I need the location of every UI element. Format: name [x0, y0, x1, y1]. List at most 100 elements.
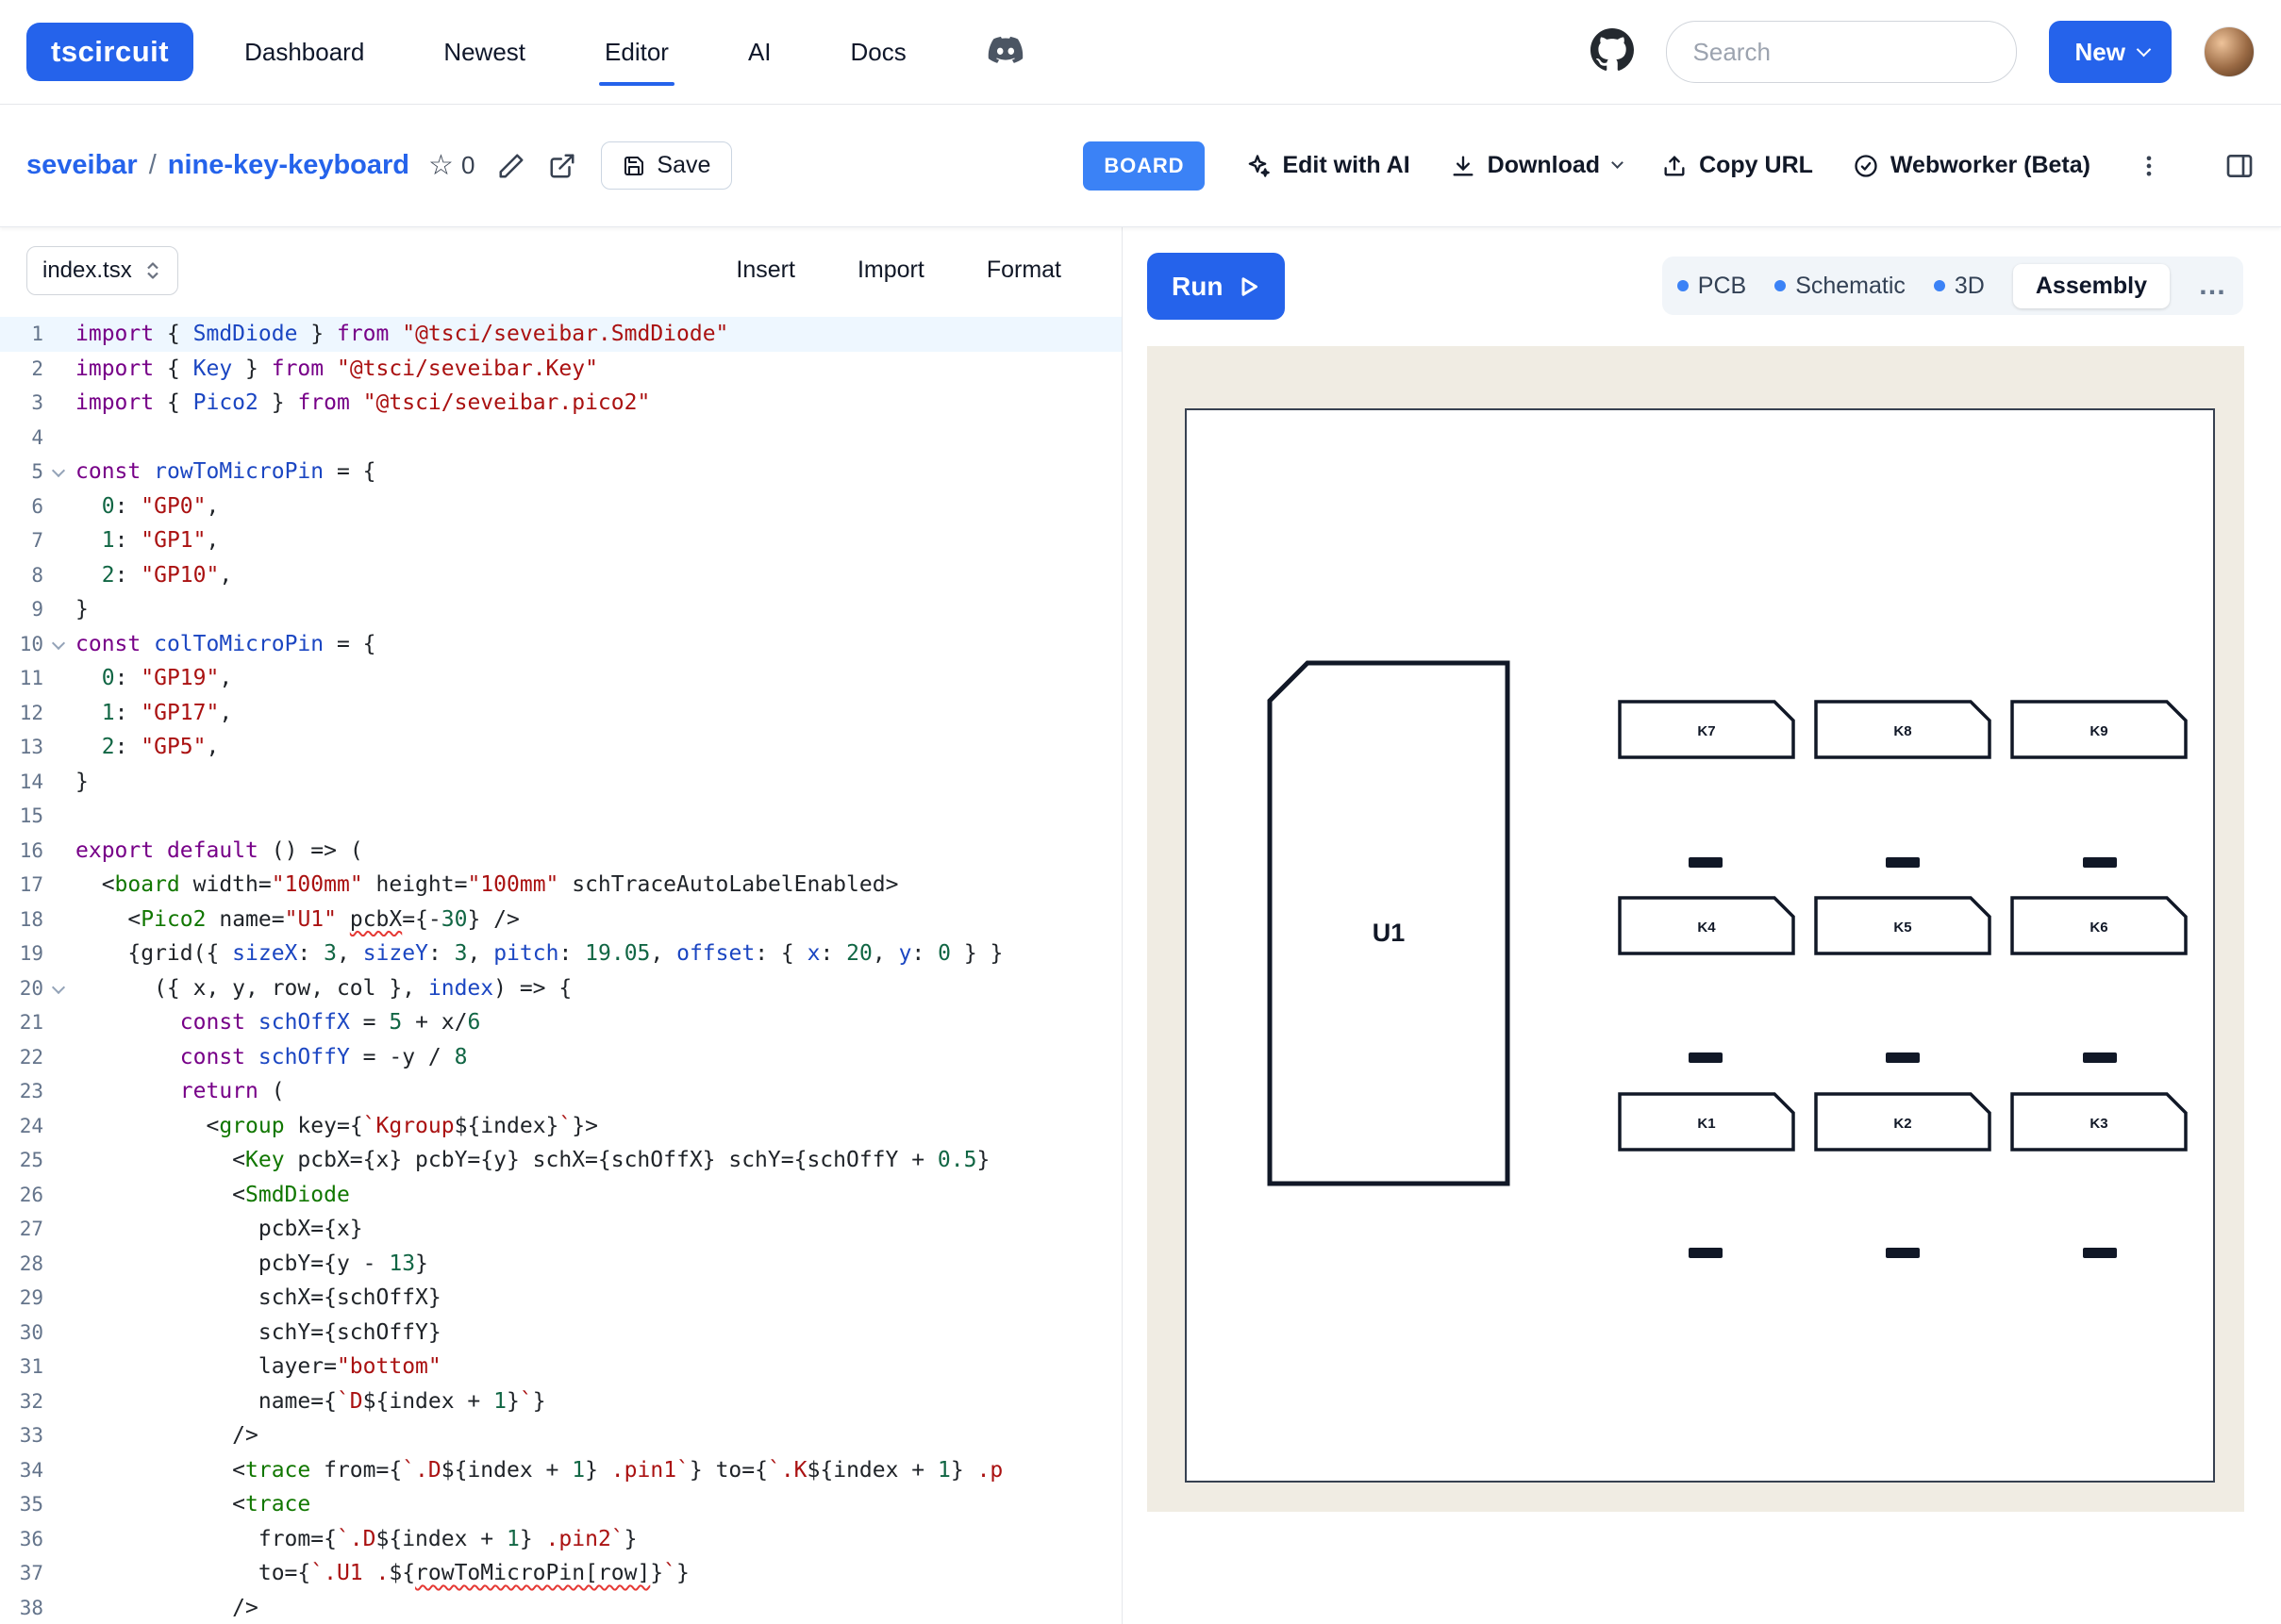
component-diode[interactable] — [2083, 857, 2117, 868]
run-button[interactable]: Run — [1147, 253, 1285, 320]
code-line[interactable]: 34 <trace from={`.D${index + 1} .pin1`} … — [0, 1453, 1122, 1488]
nav-newest[interactable]: Newest — [443, 38, 525, 67]
code-line[interactable]: 27 pcbX={x} — [0, 1212, 1122, 1247]
assembly-canvas[interactable]: U1 K7 K8 K9 K4 — [1147, 346, 2244, 1512]
code-line[interactable]: 22 const schOffY = -y / 8 — [0, 1040, 1122, 1075]
code-line[interactable]: 37 to={`.U1 .${rowToMicroPin[row]}`} — [0, 1556, 1122, 1591]
menu-import[interactable]: Import — [857, 257, 924, 284]
nav-editor[interactable]: Editor — [605, 38, 669, 67]
code-line[interactable]: 3import { Pico2 } from "@tsci/seveibar.p… — [0, 386, 1122, 421]
save-button[interactable]: Save — [601, 141, 732, 190]
breadcrumb-project[interactable]: nine-key-keyboard — [168, 150, 409, 181]
code-line[interactable]: 25 <Key pcbX={x} pcbY={y} schX={schOffX}… — [0, 1143, 1122, 1178]
component-diode[interactable] — [1689, 1052, 1723, 1063]
tab-schematic[interactable]: Schematic — [1774, 273, 1906, 300]
panel-toggle-button[interactable] — [2224, 151, 2255, 181]
code-line[interactable]: 1import { SmdDiode } from "@tsci/seveiba… — [0, 317, 1122, 352]
code-line[interactable]: 28 pcbY={y - 13} — [0, 1247, 1122, 1282]
pencil-icon — [497, 152, 525, 180]
code-line[interactable]: 5const rowToMicroPin = { — [0, 455, 1122, 489]
fold-chevron-icon[interactable] — [43, 971, 75, 1006]
code-editor[interactable]: 1import { SmdDiode } from "@tsci/seveiba… — [0, 313, 1122, 1624]
code-line[interactable]: 36 from={`.D${index + 1} .pin2`} — [0, 1522, 1122, 1557]
component-diode[interactable] — [2083, 1248, 2117, 1258]
menu-insert[interactable]: Insert — [736, 257, 795, 284]
component-key-k9[interactable]: K9 — [2012, 702, 2186, 757]
component-key-k8[interactable]: K8 — [1816, 702, 1990, 757]
code-line[interactable]: 21 const schOffX = 5 + x/6 — [0, 1005, 1122, 1040]
code-line[interactable]: 13 2: "GP5", — [0, 730, 1122, 765]
component-key-k1[interactable]: K1 — [1620, 1094, 1793, 1150]
component-diode[interactable] — [1886, 857, 1920, 868]
tscircuit-logo[interactable]: tscircuit — [26, 23, 193, 81]
code-line[interactable]: 4 — [0, 421, 1122, 456]
code-line[interactable]: 38 /> — [0, 1591, 1122, 1624]
code-line[interactable]: 29 schX={schOffX} — [0, 1281, 1122, 1316]
tab-3d-label: 3D — [1955, 273, 1985, 300]
code-line[interactable]: 12 1: "GP17", — [0, 696, 1122, 731]
code-line[interactable]: 8 2: "GP10", — [0, 558, 1122, 593]
open-external-button[interactable] — [548, 152, 576, 180]
rename-button[interactable] — [497, 152, 525, 180]
more-menu-button[interactable] — [2136, 153, 2162, 179]
code-line[interactable]: 18 <Pico2 name="U1" pcbX={-30} /> — [0, 903, 1122, 937]
star-button[interactable]: ☆ 0 — [428, 151, 475, 180]
component-key-k3[interactable]: K3 — [2012, 1094, 2186, 1150]
fold-chevron-icon[interactable] — [43, 627, 75, 662]
code-line[interactable]: 14} — [0, 765, 1122, 800]
search-input[interactable] — [1666, 21, 2017, 83]
board-button[interactable]: BOARD — [1083, 141, 1205, 191]
edit-with-ai-button[interactable]: Edit with AI — [1244, 152, 1409, 179]
file-tab-selector[interactable]: index.tsx — [26, 246, 178, 295]
code-line[interactable]: 23 return ( — [0, 1074, 1122, 1109]
new-button[interactable]: New — [2049, 21, 2172, 83]
code-line[interactable]: 33 /> — [0, 1418, 1122, 1453]
code-line[interactable]: 15 — [0, 799, 1122, 834]
avatar[interactable] — [2204, 26, 2255, 77]
code-line[interactable]: 20 ({ x, y, row, col }, index) => { — [0, 971, 1122, 1006]
code-line[interactable]: 19 {grid({ sizeX: 3, sizeY: 3, pitch: 19… — [0, 936, 1122, 971]
code-line[interactable]: 32 name={`D${index + 1}`} — [0, 1384, 1122, 1419]
tab-3d[interactable]: 3D — [1934, 273, 1985, 300]
code-line[interactable]: 10const colToMicroPin = { — [0, 627, 1122, 662]
component-key-k2[interactable]: K2 — [1816, 1094, 1990, 1150]
menu-format[interactable]: Format — [987, 257, 1061, 284]
breadcrumb-user[interactable]: seveibar — [26, 150, 138, 181]
nav-dashboard[interactable]: Dashboard — [244, 38, 364, 67]
gutter-spacer — [43, 1178, 75, 1213]
component-key-k7[interactable]: K7 — [1620, 702, 1793, 757]
code-line[interactable]: 11 0: "GP19", — [0, 661, 1122, 696]
component-u1[interactable]: U1 — [1270, 663, 1507, 1184]
component-key-k4[interactable]: K4 — [1620, 898, 1793, 953]
code-line[interactable]: 26 <SmdDiode — [0, 1178, 1122, 1213]
download-button[interactable]: Download — [1450, 152, 1622, 179]
code-line[interactable]: 31 layer="bottom" — [0, 1350, 1122, 1384]
component-key-k5[interactable]: K5 — [1816, 898, 1990, 953]
code-line[interactable]: 2import { Key } from "@tsci/seveibar.Key… — [0, 352, 1122, 387]
code-line[interactable]: 9} — [0, 592, 1122, 627]
nav-ai[interactable]: AI — [748, 38, 772, 67]
component-diode[interactable] — [2083, 1052, 2117, 1063]
component-key-k6[interactable]: K6 — [2012, 898, 2186, 953]
code-line[interactable]: 30 schY={schOffY} — [0, 1316, 1122, 1351]
code-line[interactable]: 6 0: "GP0", — [0, 489, 1122, 524]
github-icon[interactable] — [1590, 28, 1634, 76]
discord-icon[interactable] — [986, 29, 1025, 75]
code-line[interactable]: 16export default () => ( — [0, 834, 1122, 869]
code-line[interactable]: 17 <board width="100mm" height="100mm" s… — [0, 868, 1122, 903]
tab-assembly[interactable]: Assembly — [2013, 264, 2170, 308]
webworker-toggle[interactable]: Webworker (Beta) — [1853, 152, 2090, 179]
code-line[interactable]: 35 <trace — [0, 1487, 1122, 1522]
copy-url-button[interactable]: Copy URL — [1661, 152, 1813, 179]
nav-docs[interactable]: Docs — [851, 38, 907, 67]
gutter-spacer — [43, 1074, 75, 1109]
component-diode[interactable] — [1689, 857, 1723, 868]
component-diode[interactable] — [1689, 1248, 1723, 1258]
component-diode[interactable] — [1886, 1248, 1920, 1258]
code-line[interactable]: 7 1: "GP1", — [0, 523, 1122, 558]
tab-overflow-button[interactable]: … — [2198, 270, 2228, 302]
code-line[interactable]: 24 <group key={`Kgroup${index}`}> — [0, 1109, 1122, 1144]
component-diode[interactable] — [1886, 1052, 1920, 1063]
tab-pcb[interactable]: PCB — [1677, 273, 1746, 300]
fold-chevron-icon[interactable] — [43, 455, 75, 489]
